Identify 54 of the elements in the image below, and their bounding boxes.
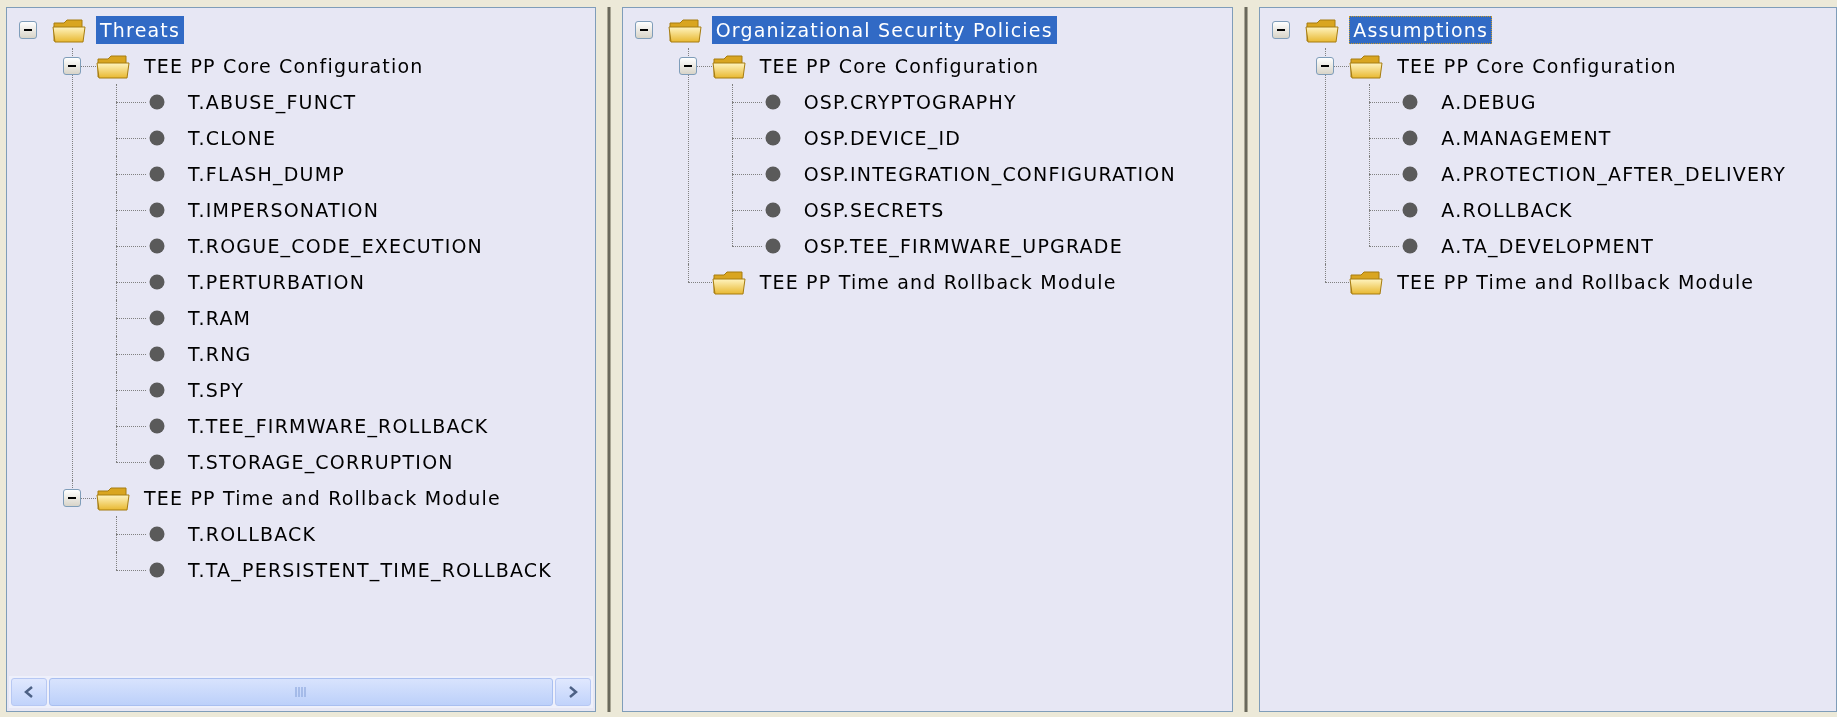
scroll-left-button[interactable] bbox=[11, 678, 47, 706]
tree-item[interactable]: OSP.INTEGRATION_CONFIGURATION bbox=[799, 159, 1180, 189]
folder-icon bbox=[1305, 16, 1340, 44]
folder-icon bbox=[96, 52, 130, 80]
tree-item[interactable]: A.TA_DEVELOPMENT bbox=[1437, 231, 1659, 261]
collapse-button[interactable] bbox=[634, 21, 653, 39]
tree-item[interactable]: T.STORAGE_CORRUPTION bbox=[184, 447, 458, 477]
tree-item[interactable]: T.RNG bbox=[184, 339, 256, 369]
folder-icon bbox=[1349, 52, 1384, 80]
folder-icon bbox=[96, 484, 130, 512]
tree-item[interactable]: TEE PP Time and Rollback Module bbox=[1393, 267, 1759, 297]
tree-item[interactable]: OSP.DEVICE_ID bbox=[799, 123, 966, 153]
collapse-button[interactable] bbox=[63, 57, 81, 75]
collapse-button[interactable] bbox=[678, 57, 697, 75]
collapse-button[interactable] bbox=[63, 489, 81, 507]
folder-icon bbox=[52, 16, 86, 44]
tree-item[interactable]: A.ROLLBACK bbox=[1437, 195, 1577, 225]
grip-icon bbox=[293, 686, 308, 698]
tree-item[interactable]: TEE PP Time and Rollback Module bbox=[140, 483, 505, 513]
tree-item[interactable]: OSP.CRYPTOGRAPHY bbox=[799, 87, 1021, 117]
tree-item[interactable]: TEE PP Time and Rollback Module bbox=[755, 267, 1121, 297]
tree-item[interactable]: T.ROLLBACK bbox=[184, 519, 321, 549]
scroll-right-button[interactable] bbox=[554, 678, 591, 706]
tree-item[interactable]: A.DEBUG bbox=[1437, 87, 1541, 117]
tree-item[interactable]: A.MANAGEMENT bbox=[1437, 123, 1616, 153]
horizontal-scrollbar[interactable] bbox=[9, 676, 593, 708]
tree-item[interactable]: T.ROGUE_CODE_EXECUTION bbox=[184, 231, 488, 261]
tree-item[interactable]: T.RAM bbox=[184, 303, 256, 333]
tree-item[interactable]: T.SPY bbox=[184, 375, 249, 405]
scroll-thumb[interactable] bbox=[49, 678, 553, 706]
folder-icon bbox=[667, 16, 702, 44]
collapse-button[interactable] bbox=[1272, 21, 1291, 39]
folder-icon bbox=[711, 268, 746, 296]
tree-item[interactable]: T.IMPERSONATION bbox=[184, 195, 384, 225]
tree-item[interactable]: T.CLONE bbox=[184, 123, 281, 153]
tree-item[interactable]: TEE PP Core Configuration bbox=[755, 51, 1044, 81]
folder-icon bbox=[711, 52, 746, 80]
tree-item[interactable]: T.FLASH_DUMP bbox=[184, 159, 349, 189]
tree-item[interactable]: OSP.TEE_FIRMWARE_UPGRADE bbox=[799, 231, 1127, 261]
tree-item[interactable]: TEE PP Core Configuration bbox=[140, 51, 428, 81]
tree-item[interactable]: TEE PP Core Configuration bbox=[1393, 51, 1681, 81]
folder-icon bbox=[1349, 268, 1384, 296]
tree-item[interactable]: T.TA_PERSISTENT_TIME_ROLLBACK bbox=[184, 555, 556, 585]
tree-item[interactable]: T.TEE_FIRMWARE_ROLLBACK bbox=[184, 411, 493, 441]
tree-item[interactable]: T.ABUSE_FUNCT bbox=[184, 87, 361, 117]
tree-item[interactable]: A.PROTECTION_AFTER_DELIVERY bbox=[1437, 159, 1791, 189]
tree-item[interactable]: T.PERTURBATION bbox=[184, 267, 370, 297]
tree-item[interactable]: OSP.SECRETS bbox=[799, 195, 949, 225]
tree-item[interactable]: Organizational Security Policies bbox=[711, 15, 1057, 45]
tree-item[interactable]: Assumptions bbox=[1349, 15, 1493, 45]
chevron-left-icon bbox=[23, 685, 35, 699]
collapse-button[interactable] bbox=[19, 21, 37, 39]
collapse-button[interactable] bbox=[1316, 57, 1335, 75]
tree-item[interactable]: Threats bbox=[96, 15, 185, 45]
